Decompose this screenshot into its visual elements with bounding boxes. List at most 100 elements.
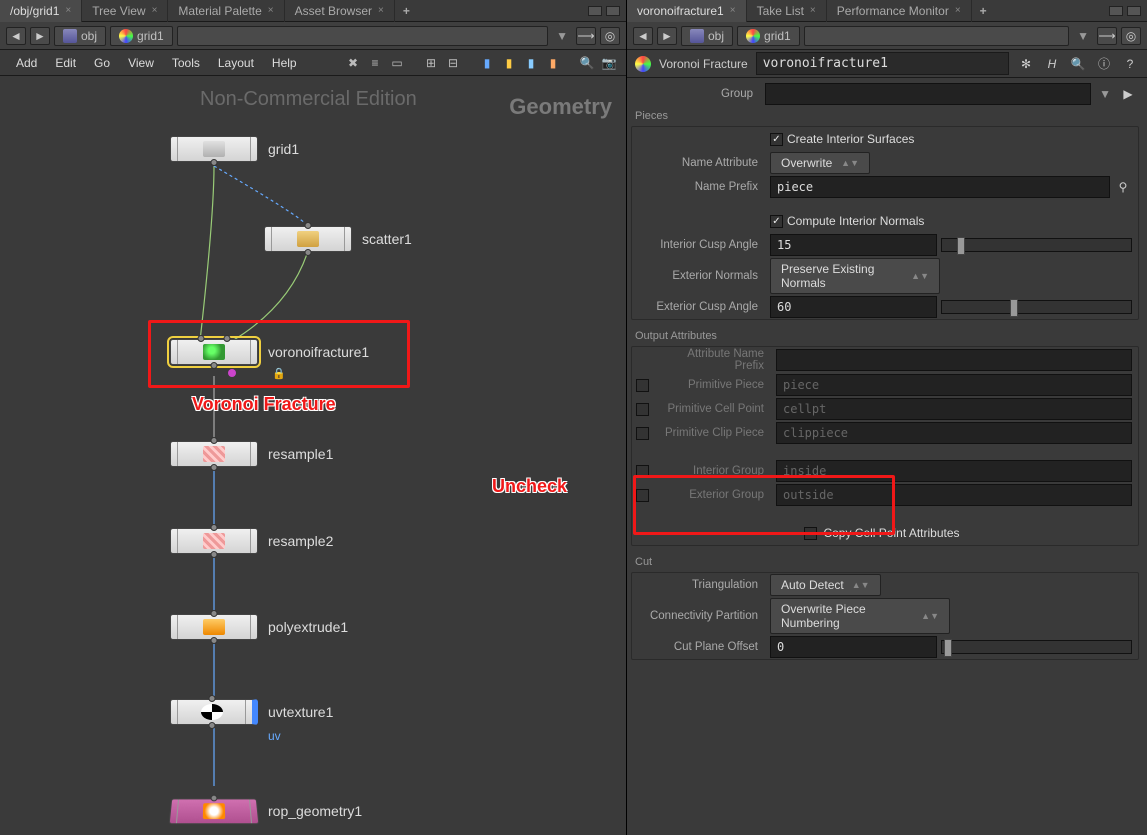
exterior-cusp-slider[interactable] <box>941 300 1132 314</box>
node-polyextrude1[interactable]: polyextrude1 <box>170 614 348 640</box>
link-icon[interactable]: ◎ <box>600 27 620 45</box>
exterior-cusp-input[interactable] <box>770 296 937 318</box>
prim-piece-checkbox[interactable] <box>636 379 649 392</box>
grid2-icon[interactable]: ⊟ <box>444 54 462 72</box>
close-icon[interactable]: × <box>378 5 384 16</box>
node-grid1[interactable]: grid1 <box>170 136 299 162</box>
menu-help[interactable]: Help <box>264 52 305 74</box>
path-obj[interactable]: obj <box>681 26 733 46</box>
gear-icon[interactable]: ✻ <box>1017 55 1035 73</box>
pane-maximize-icon[interactable] <box>606 6 620 16</box>
path-grid1[interactable]: grid1 <box>110 26 173 46</box>
prim-clip-checkbox[interactable] <box>636 427 649 440</box>
interior-cusp-slider[interactable] <box>941 238 1132 252</box>
compute-normals-checkbox[interactable]: ✓ <box>770 215 783 228</box>
triangulation-dropdown[interactable]: Auto Detect▲▼ <box>770 574 881 596</box>
snapshot-icon[interactable]: 📷 <box>600 54 618 72</box>
new-tab-button[interactable]: + <box>395 4 418 18</box>
network-view[interactable]: Non-Commercial Edition Geometry grid1 sc… <box>0 76 626 835</box>
node-rop-geometry1[interactable]: rop_geometry1 <box>170 798 362 824</box>
prim-clip-input[interactable] <box>776 422 1132 444</box>
close-icon[interactable]: × <box>268 5 274 16</box>
flag2-icon[interactable]: ▮ <box>500 54 518 72</box>
path-obj[interactable]: obj <box>54 26 106 46</box>
prim-cell-checkbox[interactable] <box>636 403 649 416</box>
nav-forward-icon[interactable]: ► <box>30 27 50 45</box>
path-field[interactable] <box>804 26 1069 46</box>
new-tab-button[interactable]: + <box>972 4 995 18</box>
node-uvtexture1[interactable]: uvtexture1 uv <box>170 699 333 725</box>
prim-piece-input[interactable] <box>776 374 1132 396</box>
close-icon[interactable]: × <box>810 5 816 16</box>
node-name-input[interactable] <box>756 52 1009 75</box>
node-voronoifracture1[interactable]: voronoifracture1 🔒 <box>170 339 369 365</box>
template-flag-icon[interactable] <box>228 369 236 377</box>
close-icon[interactable]: × <box>65 5 71 16</box>
lock-icon[interactable]: 🔒 <box>272 367 286 380</box>
link-icon[interactable]: ◎ <box>1121 27 1141 45</box>
tab-tree-view[interactable]: Tree View× <box>82 0 168 22</box>
menu-layout[interactable]: Layout <box>210 52 262 74</box>
tab-take-list[interactable]: Take List× <box>747 0 827 22</box>
exterior-group-checkbox[interactable] <box>636 489 649 502</box>
connectivity-dropdown[interactable]: Overwrite Piece Numbering▲▼ <box>770 598 950 634</box>
parameter-pane[interactable]: Group ▼▶ Pieces ✓Create Interior Surface… <box>627 78 1147 835</box>
flag1-icon[interactable]: ▮ <box>478 54 496 72</box>
tab-voronoifracture1[interactable]: voronoifracture1× <box>627 0 747 22</box>
close-icon[interactable]: × <box>152 5 158 16</box>
name-prefix-input[interactable] <box>770 176 1110 198</box>
copy-cell-checkbox[interactable] <box>804 527 817 540</box>
cut-offset-slider[interactable] <box>941 640 1132 654</box>
grid-icon[interactable]: ⊞ <box>422 54 440 72</box>
pin-icon[interactable]: ⟶ <box>1097 27 1117 45</box>
nav-back-icon[interactable]: ◄ <box>6 27 26 45</box>
path-dropdown-icon[interactable]: ▼ <box>1073 29 1093 43</box>
help-icon[interactable]: ? <box>1121 55 1139 73</box>
close-icon[interactable]: × <box>955 5 961 16</box>
pane-maximize-icon[interactable] <box>1127 6 1141 16</box>
group-select-icon[interactable]: ▶ <box>1119 85 1137 103</box>
wrench-icon[interactable]: ✖ <box>344 54 362 72</box>
group-dropdown-icon[interactable]: ▼ <box>1095 87 1115 101</box>
interior-group-input[interactable] <box>776 460 1132 482</box>
tab-material-palette[interactable]: Material Palette× <box>168 0 284 22</box>
attr-prefix-input[interactable] <box>776 349 1132 371</box>
menu-go[interactable]: Go <box>86 52 118 74</box>
info-icon[interactable]: ⓘ <box>1095 55 1113 73</box>
page-icon[interactable]: ▭ <box>388 54 406 72</box>
tab-performance-monitor[interactable]: Performance Monitor× <box>827 0 972 22</box>
menu-tools[interactable]: Tools <box>164 52 208 74</box>
pane-minimize-icon[interactable] <box>588 6 602 16</box>
exterior-normals-dropdown[interactable]: Preserve Existing Normals▲▼ <box>770 258 940 294</box>
exterior-group-input[interactable] <box>776 484 1132 506</box>
path-dropdown-icon[interactable]: ▼ <box>552 29 572 43</box>
node-resample2[interactable]: resample2 <box>170 528 333 554</box>
search-icon[interactable]: 🔍 <box>1069 55 1087 73</box>
path-field[interactable] <box>177 26 548 46</box>
pane-minimize-icon[interactable] <box>1109 6 1123 16</box>
create-interior-checkbox[interactable]: ✓ <box>770 133 783 146</box>
cut-offset-input[interactable] <box>770 636 937 658</box>
tab-asset-browser[interactable]: Asset Browser× <box>285 0 395 22</box>
nav-back-icon[interactable]: ◄ <box>633 27 653 45</box>
tag-icon[interactable]: ⚲ <box>1114 178 1132 196</box>
menu-view[interactable]: View <box>120 52 162 74</box>
list-icon[interactable]: ≡ <box>366 54 384 72</box>
houdini-icon[interactable]: H <box>1043 55 1061 73</box>
search-icon[interactable]: 🔍 <box>578 54 596 72</box>
flag4-icon[interactable]: ▮ <box>544 54 562 72</box>
flag3-icon[interactable]: ▮ <box>522 54 540 72</box>
name-attr-dropdown[interactable]: Overwrite▲▼ <box>770 152 870 174</box>
pin-icon[interactable]: ⟶ <box>576 27 596 45</box>
menu-add[interactable]: Add <box>8 52 45 74</box>
interior-group-checkbox[interactable] <box>636 465 649 478</box>
tab-obj-grid1[interactable]: /obj/grid1× <box>0 0 82 22</box>
path-grid1[interactable]: grid1 <box>737 26 800 46</box>
group-input[interactable] <box>765 83 1091 105</box>
interior-cusp-input[interactable] <box>770 234 937 256</box>
nav-forward-icon[interactable]: ► <box>657 27 677 45</box>
menu-edit[interactable]: Edit <box>47 52 84 74</box>
prim-cell-input[interactable] <box>776 398 1132 420</box>
node-scatter1[interactable]: scatter1 <box>264 226 412 252</box>
close-icon[interactable]: × <box>730 5 736 16</box>
